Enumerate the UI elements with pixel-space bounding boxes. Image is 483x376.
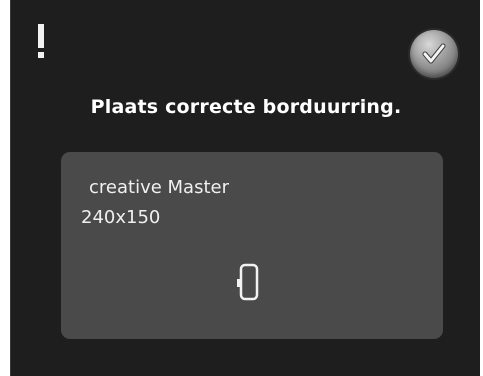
exclamation-icon (37, 24, 45, 64)
confirm-button[interactable] (410, 30, 458, 78)
hoop-info-panel: creative Master 240x150 (61, 152, 443, 339)
checkmark-icon (422, 43, 446, 64)
embroidery-hoop-icon (237, 263, 259, 301)
dialog-title: Plaats correcte borduurring. (90, 96, 402, 118)
hoop-name: creative Master (89, 177, 229, 198)
hoop-size: 240x150 (81, 207, 161, 228)
hoop-warning-dialog: Plaats correcte borduurring. creative Ma… (10, 0, 480, 376)
